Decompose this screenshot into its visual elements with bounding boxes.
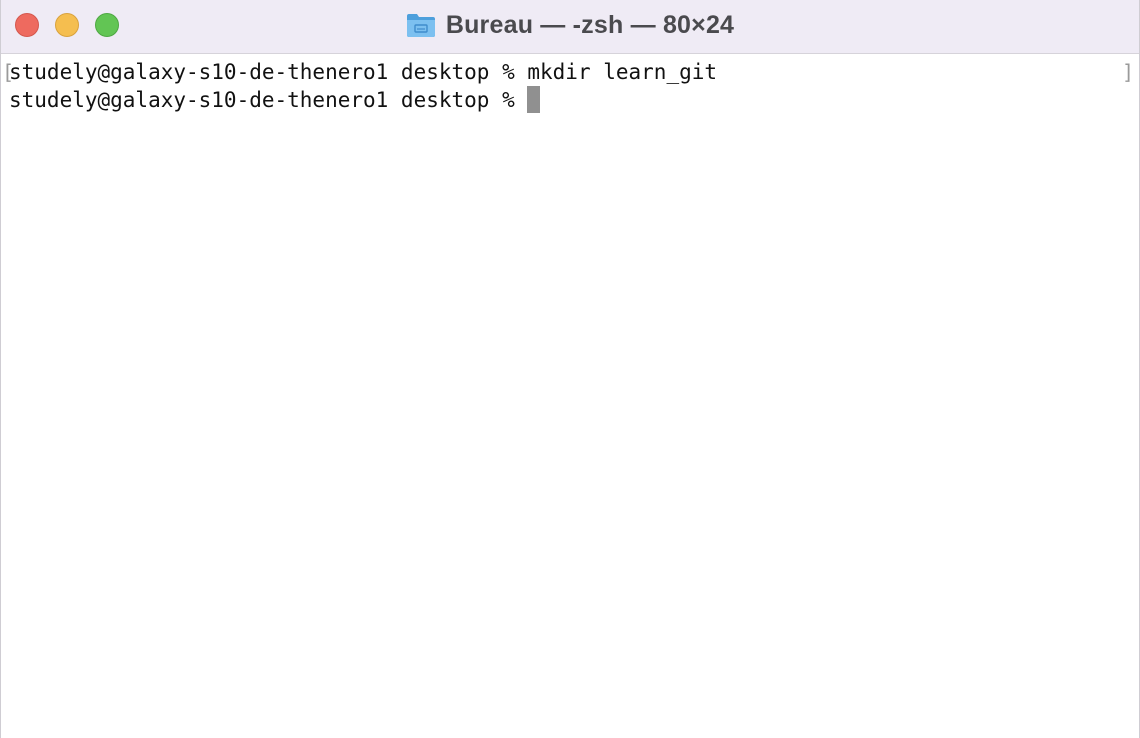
window-title-group: Bureau — -zsh — 80×24: [1, 0, 1139, 50]
prompt-text: studely@galaxy-s10-de-thenero1 desktop %: [9, 60, 528, 84]
terminal-line: studely@galaxy-s10-de-thenero1 desktop %: [9, 86, 541, 114]
terminal-window: Bureau — -zsh — 80×24 [ ] studely@galaxy…: [0, 0, 1140, 738]
terminal-content[interactable]: [ ] studely@galaxy-s10-de-thenero1 deskt…: [1, 58, 1139, 738]
terminal-line: studely@galaxy-s10-de-thenero1 desktop %…: [9, 58, 717, 86]
mark-bracket-right: ]: [1121, 60, 1134, 84]
title-bar[interactable]: Bureau — -zsh — 80×24: [1, 0, 1139, 54]
prompt-text: studely@galaxy-s10-de-thenero1 desktop %: [9, 88, 528, 112]
folder-icon: [406, 12, 436, 38]
text-cursor: [527, 86, 541, 113]
command-text: mkdir learn_git: [527, 60, 718, 84]
window-title: Bureau — -zsh — 80×24: [445, 10, 735, 39]
